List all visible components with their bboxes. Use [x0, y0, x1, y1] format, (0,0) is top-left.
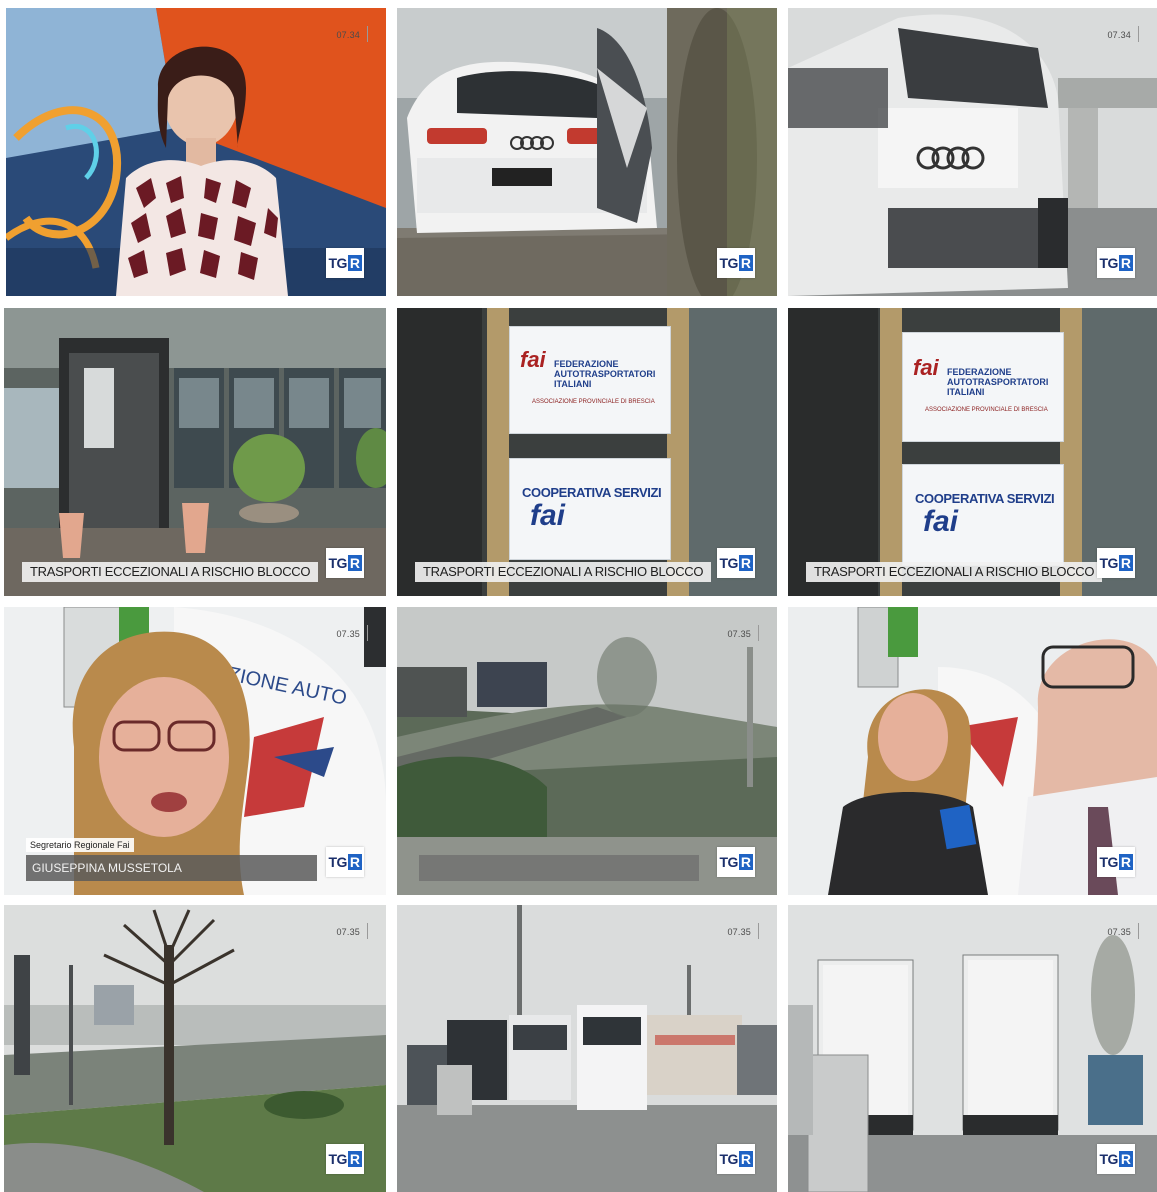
fai-logo-large: fai — [923, 505, 959, 538]
frame-highway-overpass: 07.35 TG R — [397, 607, 777, 895]
frame-fai-sign-1: fai FEDERAZIONE AUTOTRASPORTATORI ITALIA… — [397, 308, 777, 596]
fai-sign-upper: fai FEDERAZIONE AUTOTRASPORTATORI ITALIA… — [902, 332, 1064, 442]
fai-logo-large: fai — [530, 499, 566, 532]
logo-tg-text: TG — [719, 854, 738, 870]
caption-role: Segretario Regionale Fai — [26, 838, 134, 852]
logo-tg-text: TG — [719, 1151, 738, 1167]
tgr-logo: TG R — [1097, 548, 1135, 578]
sign-federazione: FEDERAZIONE — [947, 367, 1012, 377]
sign-federazione: FEDERAZIONE — [554, 359, 619, 369]
logo-r-text: R — [738, 555, 753, 571]
logo-r-text: R — [1118, 555, 1133, 571]
tgr-logo: TG R — [717, 847, 755, 877]
logo-tg-text: TG — [328, 555, 347, 571]
clock-label: 07.34 — [1107, 26, 1139, 42]
frame-crashed-car: TG R — [397, 8, 777, 296]
fai-sign-lower: COOPERATIVA SERVIZI fai — [902, 464, 1064, 566]
sign-cooperativa: COOPERATIVA SERVIZI — [915, 491, 1055, 506]
tgr-logo: TG R — [717, 548, 755, 578]
empty-lower-third — [419, 855, 699, 881]
clock-label: 07.34 — [336, 26, 368, 42]
frame-news-anchor: 07.34 TG R — [6, 8, 386, 296]
news-ticker: TRASPORTI ECCEZIONALI A RISCHIO BLOCCO — [806, 562, 1103, 582]
logo-tg-text: TG — [719, 255, 738, 271]
tgr-logo: TG R — [326, 248, 364, 278]
tgr-logo: TG R — [326, 548, 364, 578]
sign-associazione: ASSOCIAZIONE PROVINCIALE DI BRESCIA — [532, 399, 655, 405]
clock-label: 07.35 — [727, 625, 759, 641]
logo-tg-text: TG — [719, 555, 738, 571]
tgr-logo: TG R — [326, 1144, 364, 1174]
news-ticker: TRASPORTI ECCEZIONALI A RISCHIO BLOCCO — [22, 562, 319, 582]
clock-label: 07.35 — [336, 923, 368, 939]
frame-interview-wide: TG R — [788, 607, 1157, 895]
fai-sign-lower: COOPERATIVA SERVIZI fai — [509, 458, 671, 560]
frame-roadside-tree: 07.35 TG R — [4, 905, 386, 1192]
sign-italiani: ITALIANI — [947, 387, 985, 397]
video-frame-grid: 07.34 TG R TG R 07.34 TG R TRASPORTI ECC… — [0, 0, 1157, 1192]
logo-r-text: R — [347, 854, 362, 870]
fai-sign-upper: fai FEDERAZIONE AUTOTRASPORTATORI ITALIA… — [509, 326, 671, 434]
logo-tg-text: TG — [1099, 255, 1118, 271]
sign-italiani: ITALIANI — [554, 379, 592, 389]
logo-tg-text: TG — [328, 854, 347, 870]
logo-r-text: R — [738, 854, 753, 870]
news-ticker: TRASPORTI ECCEZIONALI A RISCHIO BLOCCO — [415, 562, 712, 582]
clock-label: 07.35 — [336, 625, 368, 641]
frame-interview-closeup: AZIONE AUTO 07.35 Segretario Regionale F… — [4, 607, 386, 895]
frame-office-exterior: TRASPORTI ECCEZIONALI A RISCHIO BLOCCO T… — [4, 308, 386, 596]
tgr-logo: TG R — [1097, 847, 1135, 877]
clock-label: 07.35 — [1107, 923, 1139, 939]
logo-r-text: R — [1118, 1151, 1133, 1167]
logo-r-text: R — [347, 1151, 362, 1167]
logo-tg-text: TG — [328, 1151, 347, 1167]
frame-truck-trailers: 07.35 TG R — [788, 905, 1157, 1192]
frame-parked-trucks: 07.35 TG R — [397, 905, 777, 1192]
clock-label: 07.35 — [727, 923, 759, 939]
logo-tg-text: TG — [1099, 1151, 1118, 1167]
tgr-logo: TG R — [326, 847, 364, 877]
tgr-logo: TG R — [717, 1144, 755, 1174]
logo-r-text: R — [347, 555, 362, 571]
caption-name: GIUSEPPINA MUSSETOLA — [26, 855, 317, 881]
logo-tg-text: TG — [1099, 854, 1118, 870]
logo-r-text: R — [1118, 854, 1133, 870]
tgr-logo: TG R — [717, 248, 755, 278]
sign-cooperativa: COOPERATIVA SERVIZI — [522, 485, 662, 500]
logo-r-text: R — [738, 1151, 753, 1167]
sign-autotrasportatori: AUTOTRASPORTATORI — [554, 369, 656, 379]
fai-logo-mark: fai — [520, 347, 546, 372]
sign-associazione: ASSOCIAZIONE PROVINCIALE DI BRESCIA — [925, 407, 1048, 413]
logo-r-text: R — [1118, 255, 1133, 271]
logo-tg-text: TG — [1099, 555, 1118, 571]
tgr-logo: TG R — [1097, 1144, 1135, 1174]
logo-r-text: R — [347, 255, 362, 271]
logo-r-text: R — [738, 255, 753, 271]
sign-autotrasportatori: AUTOTRASPORTATORI — [947, 377, 1049, 387]
fai-logo-mark: fai — [913, 355, 939, 380]
frame-fai-sign-2: fai FEDERAZIONE AUTOTRASPORTATORI ITALIA… — [788, 308, 1157, 596]
logo-tg-text: TG — [328, 255, 347, 271]
tgr-logo: TG R — [1097, 248, 1135, 278]
frame-car-overpass: 07.34 TG R — [788, 8, 1157, 296]
